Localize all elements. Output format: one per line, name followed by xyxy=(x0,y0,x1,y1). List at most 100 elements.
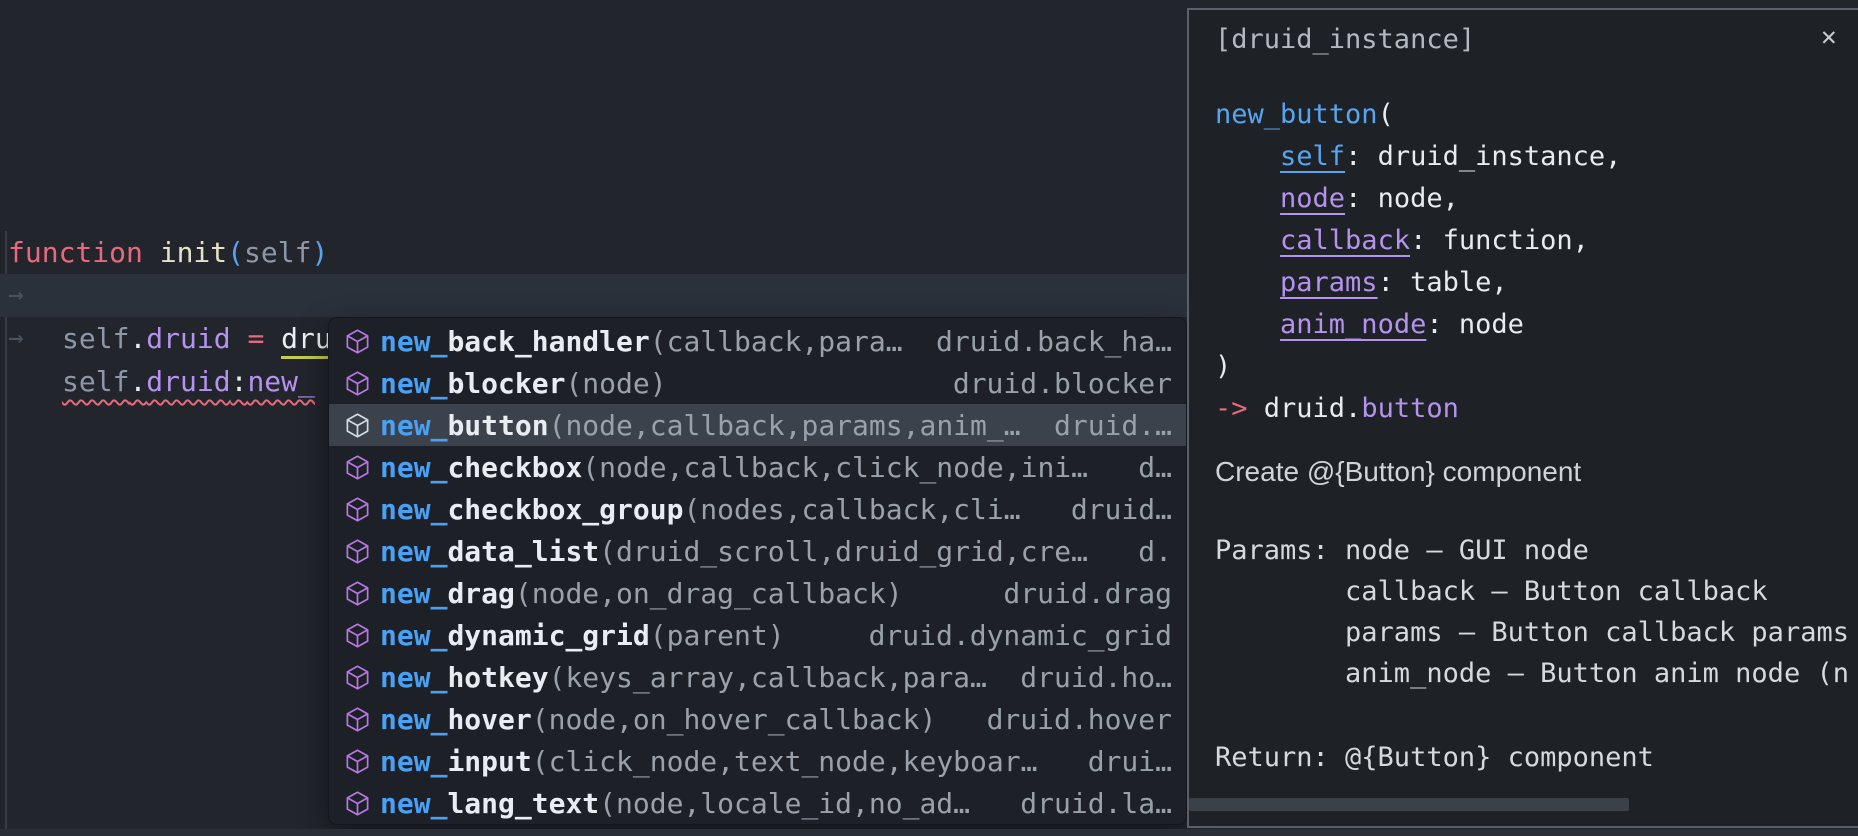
code-token: init xyxy=(160,236,227,269)
completion-name: hover xyxy=(447,703,531,736)
cube-icon xyxy=(344,454,371,481)
completion-module: d… xyxy=(1118,451,1172,484)
code-token xyxy=(231,322,248,355)
code-token xyxy=(1215,141,1280,172)
signature-block: new_button( self: druid_instance, node: … xyxy=(1215,94,1621,430)
cube-icon xyxy=(344,664,371,691)
cube-icon xyxy=(344,706,371,733)
completion-item[interactable]: new_blocker(node) druid.blocker xyxy=(329,362,1186,404)
matched-prefix: new_ xyxy=(380,409,447,442)
code-token: button xyxy=(1361,393,1459,424)
completion-module: druid.drag xyxy=(983,577,1172,610)
completion-item[interactable]: new_checkbox_group(nodes,callback,cli… d… xyxy=(329,488,1186,530)
completion-item[interactable]: new_lang_text(node,locale_id,no_ad… drui… xyxy=(329,782,1186,824)
code-token xyxy=(1215,225,1280,256)
matched-prefix: new_ xyxy=(380,619,447,652)
completion-module: druid.blocker xyxy=(933,367,1172,400)
code-token: new_ xyxy=(247,365,314,398)
completion-module: druid.ho… xyxy=(1000,661,1172,694)
cube-icon xyxy=(344,328,371,355)
code-line-3: → self.druid:new_ You, now • Uncommitted… xyxy=(0,274,67,317)
code-token: callback xyxy=(1280,225,1410,256)
matched-prefix: new_ xyxy=(380,577,447,610)
completion-label: new_hover(node,on_hover_callback) xyxy=(380,703,936,736)
code-token: params xyxy=(1280,267,1378,298)
code-token: : xyxy=(1345,183,1378,214)
completion-item[interactable]: new_hover(node,on_hover_callback) druid.… xyxy=(329,698,1186,740)
completion-module: druid.la… xyxy=(1000,787,1172,820)
completion-name: back_handler xyxy=(447,325,649,358)
params-block: Params: node — GUI node callback — Butto… xyxy=(1215,530,1849,694)
completion-module: d. xyxy=(1118,535,1172,568)
completion-module: druid.dynamic_grid xyxy=(849,619,1172,652)
code-token: self xyxy=(62,365,129,398)
code-token: druid xyxy=(146,322,230,355)
return-line: Return: @{Button} component xyxy=(1215,742,1654,773)
completion-label: new_back_handler(callback,para… xyxy=(380,325,903,358)
completion-args: (node) xyxy=(565,367,666,400)
horizontal-scrollbar[interactable] xyxy=(1189,798,1629,811)
params-line: callback — Button callback xyxy=(1215,571,1849,612)
close-icon[interactable]: ✕ xyxy=(1821,22,1837,52)
completion-label: new_checkbox(node,callback,click_node,in… xyxy=(380,451,1088,484)
completion-args: (druid_scroll,druid_grid,cre… xyxy=(599,535,1088,568)
completion-label: new_dynamic_grid(parent) xyxy=(380,619,785,652)
code-token: : xyxy=(1345,141,1378,172)
completion-label: new_lang_text(node,locale_id,no_ad… xyxy=(380,787,970,820)
code-token: : xyxy=(1410,225,1443,256)
code-token xyxy=(1248,393,1264,424)
docs-panel: [druid_instance] ✕ new_button( self: dru… xyxy=(1187,8,1858,828)
signature-line: anim_node: node xyxy=(1215,304,1621,346)
completion-label: new_hotkey(keys_array,callback,para… xyxy=(380,661,987,694)
cube-icon xyxy=(344,622,371,649)
code-token: self xyxy=(62,322,129,355)
signature-line: -> druid.button xyxy=(1215,388,1621,430)
completion-item[interactable]: new_input(click_node,text_node,keyboar… … xyxy=(329,740,1186,782)
matched-prefix: new_ xyxy=(380,493,447,526)
code-token xyxy=(1215,267,1280,298)
code-token: druid xyxy=(146,365,230,398)
completion-name: dynamic_grid xyxy=(447,619,649,652)
completion-item[interactable]: new_button(node,callback,params,anim_… d… xyxy=(329,404,1186,446)
completion-label: new_button(node,callback,params,anim_… xyxy=(380,409,1021,442)
code-token: : xyxy=(231,365,248,398)
bottom-bar xyxy=(0,829,1858,836)
params-line: anim_node — Button anim node (n xyxy=(1215,653,1849,694)
completion-item[interactable]: new_back_handler(callback,para… druid.ba… xyxy=(329,320,1186,362)
completion-name: blocker xyxy=(447,367,565,400)
code-token: -> xyxy=(1215,393,1248,424)
code-token xyxy=(143,236,160,269)
code-line-2: → self.druid = druid.new(self) xyxy=(0,231,67,274)
signature-line: callback: function, xyxy=(1215,220,1621,262)
description-text: Create @{Button} component xyxy=(1215,456,1581,488)
matched-prefix: new_ xyxy=(380,367,447,400)
docs-panel-title: [druid_instance] xyxy=(1215,24,1475,55)
code-token: . xyxy=(129,365,146,398)
matched-prefix: new_ xyxy=(380,745,447,778)
completion-label: new_data_list(druid_scroll,druid_grid,cr… xyxy=(380,535,1088,568)
autocomplete-popup: new_back_handler(callback,para… druid.ba… xyxy=(328,317,1187,825)
code-token: node, xyxy=(1378,183,1459,214)
code-token xyxy=(1215,309,1280,340)
completion-module: druid.back_ha… xyxy=(916,325,1172,358)
completion-item[interactable]: new_data_list(druid_scroll,druid_grid,cr… xyxy=(329,530,1186,572)
completion-item[interactable]: new_hotkey(keys_array,callback,para… dru… xyxy=(329,656,1186,698)
signature-line: ) xyxy=(1215,346,1621,388)
completion-name: input xyxy=(447,745,531,778)
signature-line: new_button( xyxy=(1215,94,1621,136)
completion-item[interactable]: new_drag(node,on_drag_callback) druid.dr… xyxy=(329,572,1186,614)
signature-line: params: table, xyxy=(1215,262,1621,304)
completion-item[interactable]: new_dynamic_grid(parent) druid.dynamic_g… xyxy=(329,614,1186,656)
code-token xyxy=(264,322,281,355)
cube-icon xyxy=(344,748,371,775)
matched-prefix: new_ xyxy=(380,703,447,736)
code-token: = xyxy=(247,322,264,355)
completion-module: druid.hover xyxy=(967,703,1172,736)
code-line-3-tokens: self.druid:new_ xyxy=(62,360,315,403)
code-token: function, xyxy=(1443,225,1589,256)
code-token: node xyxy=(1459,309,1524,340)
gutter-arrow-icon: → xyxy=(8,317,24,360)
code-token: table, xyxy=(1410,267,1508,298)
completion-item[interactable]: new_checkbox(node,callback,click_node,in… xyxy=(329,446,1186,488)
completion-args: (node,on_drag_callback) xyxy=(515,577,903,610)
